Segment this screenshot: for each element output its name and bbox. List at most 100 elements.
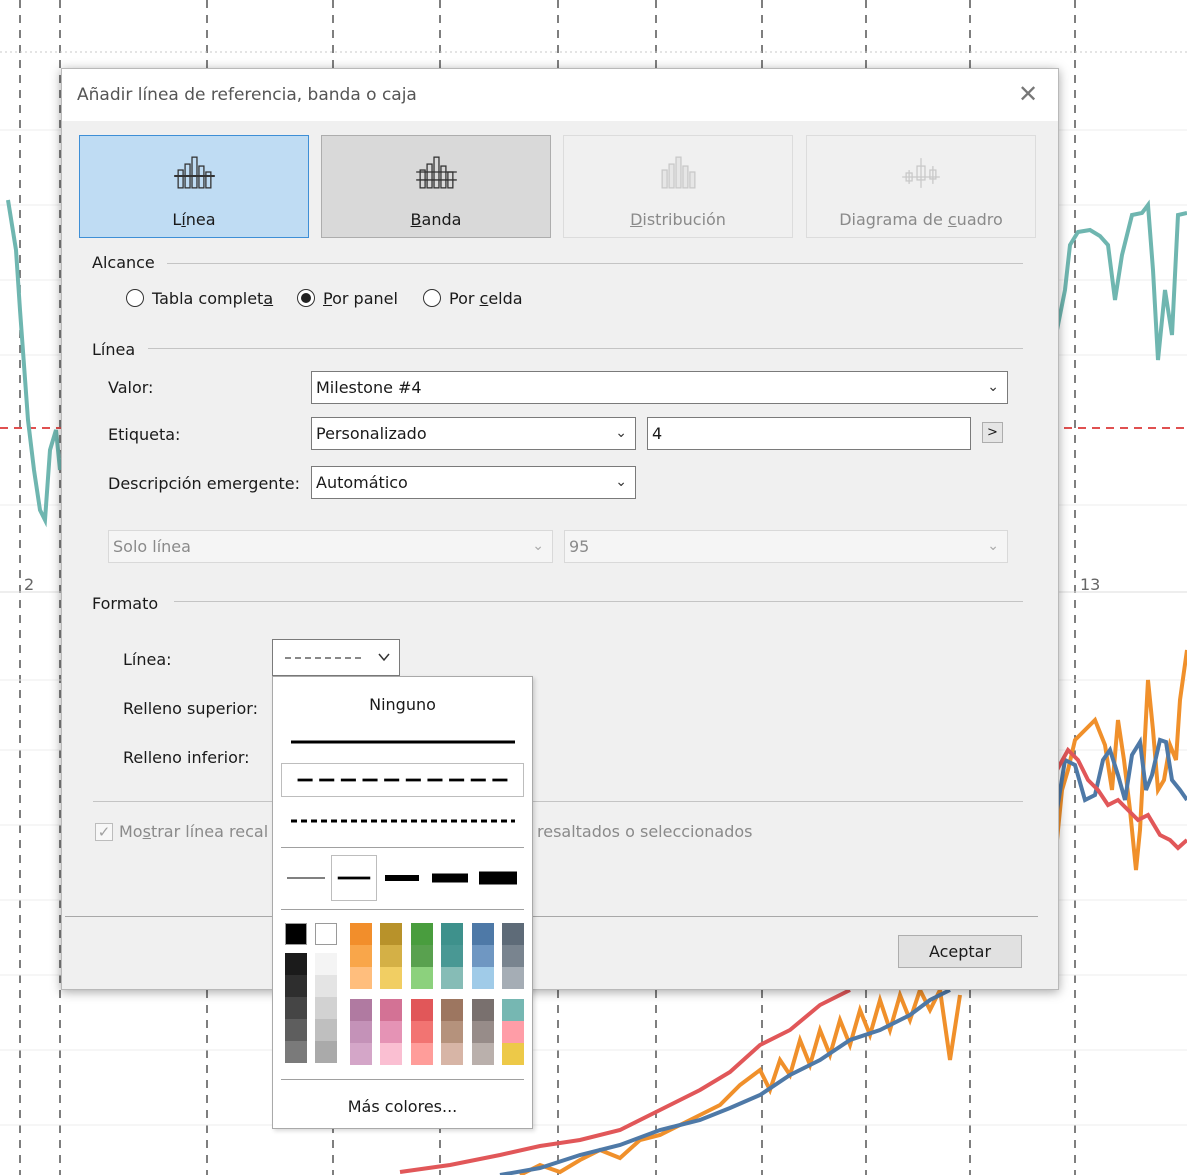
insert-field-button[interactable]: >	[982, 422, 1003, 443]
more-colors-option[interactable]: Más colores...	[273, 1097, 532, 1116]
line-dashed-option[interactable]	[281, 763, 524, 797]
color-swatch-gray[interactable]	[285, 953, 307, 975]
value-dropdown[interactable]: Milestone #4 ⌄	[311, 371, 1008, 404]
line-type-icon	[174, 156, 215, 189]
scope-entire-table-label: Tabla completa	[152, 288, 274, 308]
footer-divider	[65, 916, 1038, 917]
color-swatch[interactable]	[502, 999, 524, 1021]
color-swatch[interactable]	[441, 945, 463, 967]
line-width-2-option[interactable]	[331, 855, 377, 901]
line-dotted-option[interactable]	[281, 804, 524, 838]
color-swatch-gray[interactable]	[315, 997, 337, 1019]
chevron-down-icon	[378, 653, 390, 662]
color-swatch[interactable]	[350, 1021, 372, 1043]
type-boxplot-button[interactable]: Diagrama de cuadro	[806, 135, 1036, 238]
title-bar: Añadir línea de referencia, banda o caja…	[62, 69, 1058, 121]
scope-heading: Alcance	[92, 253, 155, 272]
popup-separator	[281, 909, 524, 910]
line-width-1-option[interactable]	[283, 855, 329, 901]
distribution-type-icon	[661, 156, 696, 189]
scope-entire-table-radio[interactable]: Tabla completa	[126, 287, 273, 309]
color-swatch[interactable]	[411, 923, 433, 945]
fill-below-label: Relleno inferior:	[123, 748, 250, 767]
color-swatch-black[interactable]	[285, 923, 307, 945]
axis-label-right: 13	[1080, 575, 1100, 594]
color-swatch[interactable]	[502, 945, 524, 967]
recalc-checkbox[interactable]: ✓ Mostrar línea recal	[95, 822, 268, 841]
axis-label-left: 2	[24, 575, 34, 594]
radio-circle-selected	[297, 289, 315, 307]
series-orange-bottom	[519, 983, 962, 1175]
color-swatch[interactable]	[472, 923, 494, 945]
tooltip-dropdown[interactable]: Automático ⌄	[311, 466, 636, 499]
type-distribution-button[interactable]: Distribución	[563, 135, 793, 238]
confidence-dropdown[interactable]: 95 ⌄	[564, 530, 1008, 563]
color-swatch[interactable]	[380, 1043, 402, 1065]
color-swatch[interactable]	[380, 923, 402, 945]
scope-per-cell-radio[interactable]: Por celda	[423, 287, 523, 309]
radio-circle	[423, 289, 441, 307]
color-swatch[interactable]	[472, 967, 494, 989]
scope-per-pane-radio[interactable]: Por panel	[297, 287, 398, 309]
line-width-4-option[interactable]	[427, 855, 473, 901]
type-line-button[interactable]: Línea	[79, 135, 309, 238]
line-none-option[interactable]: Ninguno	[273, 695, 532, 714]
color-swatch[interactable]	[502, 967, 524, 989]
label-dropdown[interactable]: Personalizado ⌄	[311, 417, 636, 450]
color-swatch[interactable]	[411, 967, 433, 989]
label-text-input[interactable]: 4	[647, 417, 971, 450]
color-swatch[interactable]	[441, 967, 463, 989]
color-swatch[interactable]	[502, 1043, 524, 1065]
ok-button[interactable]: Aceptar	[898, 935, 1022, 968]
popup-separator	[281, 847, 524, 848]
close-icon[interactable]: ✕	[1012, 78, 1044, 110]
series-blue-bottom	[499, 988, 951, 1175]
color-swatch[interactable]	[441, 1043, 463, 1065]
color-swatch[interactable]	[472, 1043, 494, 1065]
color-swatch[interactable]	[380, 1021, 402, 1043]
color-swatch[interactable]	[502, 923, 524, 945]
color-swatch[interactable]	[350, 945, 372, 967]
color-swatch[interactable]	[350, 923, 372, 945]
color-swatch-gray[interactable]	[285, 1019, 307, 1041]
color-swatch-gray[interactable]	[315, 953, 337, 975]
color-swatch[interactable]	[350, 967, 372, 989]
line-style-popup: Ninguno Más colores...	[272, 676, 533, 1129]
color-swatch[interactable]	[411, 1043, 433, 1065]
color-swatch[interactable]	[502, 1021, 524, 1043]
color-swatch-white[interactable]	[315, 923, 337, 945]
color-swatch[interactable]	[380, 945, 402, 967]
type-line-label: Línea	[172, 210, 216, 229]
color-swatch[interactable]	[380, 999, 402, 1021]
color-swatch[interactable]	[411, 1021, 433, 1043]
line-width-3-option[interactable]	[379, 855, 425, 901]
chevron-down-icon: ⌄	[987, 379, 999, 395]
line-only-dropdown-text: Solo línea	[113, 537, 191, 556]
type-band-button[interactable]: Banda	[321, 135, 551, 238]
color-swatch[interactable]	[350, 999, 372, 1021]
color-swatch[interactable]	[350, 1043, 372, 1065]
color-swatch-gray[interactable]	[285, 1041, 307, 1063]
color-swatch-gray[interactable]	[285, 997, 307, 1019]
line-only-dropdown[interactable]: Solo línea ⌄	[108, 530, 553, 563]
color-swatch[interactable]	[441, 923, 463, 945]
color-swatch[interactable]	[441, 1021, 463, 1043]
chevron-down-icon: ⌄	[615, 474, 627, 490]
line-solid-option[interactable]	[281, 725, 524, 759]
line-width-5-option[interactable]	[475, 855, 521, 901]
color-swatch-gray[interactable]	[315, 975, 337, 997]
chevron-down-icon: ⌄	[532, 538, 544, 554]
color-swatch[interactable]	[411, 999, 433, 1021]
color-swatch[interactable]	[472, 1021, 494, 1043]
color-swatch[interactable]	[441, 999, 463, 1021]
color-swatch-gray[interactable]	[315, 1041, 337, 1063]
line-style-dropdown[interactable]	[272, 639, 400, 676]
color-swatch[interactable]	[472, 945, 494, 967]
value-dropdown-text: Milestone #4	[316, 378, 422, 397]
reference-line-dialog: Añadir línea de referencia, banda o caja…	[61, 68, 1059, 990]
color-swatch-gray[interactable]	[285, 975, 307, 997]
color-swatch-gray[interactable]	[315, 1019, 337, 1041]
color-swatch[interactable]	[411, 945, 433, 967]
color-swatch[interactable]	[472, 999, 494, 1021]
color-swatch[interactable]	[380, 967, 402, 989]
